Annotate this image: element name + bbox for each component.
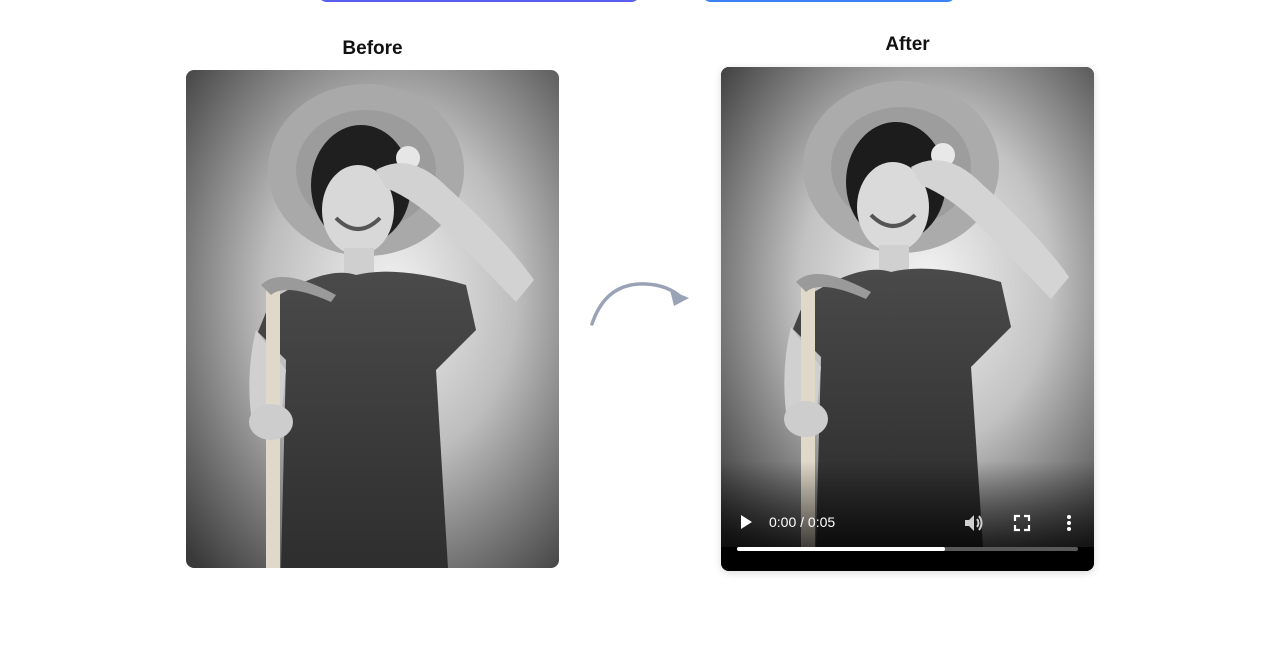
fullscreen-icon[interactable] [1011, 512, 1033, 534]
volume-icon[interactable] [962, 512, 984, 534]
after-video-player[interactable]: 0:00 / 0:05 [721, 67, 1094, 571]
video-time: 0:00 / 0:05 [769, 514, 836, 530]
top-button-right[interactable] [702, 0, 956, 2]
before-image [186, 70, 559, 568]
video-progress-fill [737, 547, 945, 551]
before-photo-illustration [186, 70, 559, 568]
before-label: Before [342, 38, 403, 59]
video-progress-bar[interactable] [737, 547, 1078, 551]
top-button-left[interactable] [318, 0, 640, 2]
play-icon[interactable] [737, 513, 755, 531]
curved-arrow-icon [590, 282, 689, 326]
more-vertical-icon[interactable] [1061, 512, 1077, 534]
after-label: After [885, 34, 930, 55]
